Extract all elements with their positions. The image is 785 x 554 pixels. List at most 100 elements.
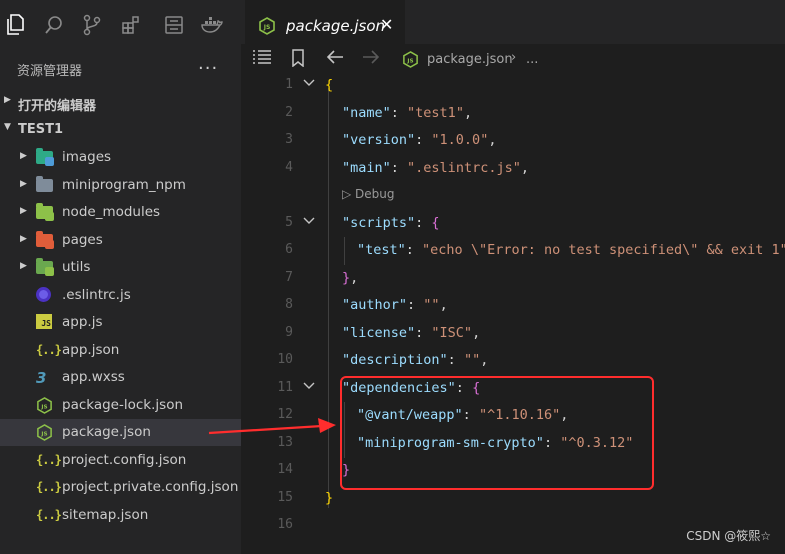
tree-item[interactable]: ▶ images — [0, 144, 241, 171]
line-number: 5 — [285, 215, 293, 230]
tree-item[interactable]: {..} sitemap.json — [0, 502, 241, 529]
tree-item-label: pages — [62, 231, 103, 248]
tree-item[interactable]: 3 app.wxss — [0, 364, 241, 391]
tree-item[interactable]: {..} project.private.config.json — [0, 474, 241, 501]
tree-item[interactable]: {..} project.config.json — [0, 447, 241, 474]
tree-item-label: node_modules — [62, 204, 161, 220]
tree-item[interactable]: JS app.js — [0, 309, 241, 336]
folder-icon — [36, 203, 54, 221]
chevron-right-icon: ▶ — [20, 261, 27, 271]
code-line-4: "main": ".eslintrc.js", — [342, 160, 529, 176]
chevron-right-icon: ▶ — [20, 178, 27, 189]
breadcrumb-more[interactable]: ... — [526, 52, 538, 67]
line-number: 9 — [285, 325, 293, 340]
tree-item-label: sitemap.json — [62, 506, 149, 523]
fold-chevron-icon[interactable] — [303, 215, 315, 230]
line-number: 3 — [285, 132, 293, 147]
tree-item[interactable]: ▶ pages — [0, 227, 241, 254]
json-file-icon: {..} — [36, 342, 62, 357]
tree-item-label: app.wxss — [62, 369, 125, 385]
chevron-right-icon: ▶ — [4, 95, 11, 105]
code-line-15: } — [325, 490, 334, 506]
line-number: 12 — [277, 407, 293, 422]
tree-item[interactable]: JS package.json — [0, 419, 241, 446]
code-line-5: "scripts": { — [342, 215, 440, 231]
line-number: 13 — [277, 435, 293, 450]
search-icon[interactable] — [41, 12, 67, 38]
tree-item[interactable]: ▶ node_modules — [0, 199, 241, 226]
nodejs-file-icon: JS — [36, 396, 54, 414]
chevron-right-icon: ▶ — [20, 206, 27, 216]
code-line-7: }, — [342, 270, 359, 286]
indent-guide — [344, 237, 345, 265]
activity-bar — [0, 0, 241, 53]
forward-arrow-icon[interactable] — [362, 49, 380, 69]
json-file-icon: {..} — [36, 452, 62, 467]
line-number: 11 — [277, 380, 293, 395]
line-number: 8 — [285, 297, 293, 312]
project-section[interactable]: ▼ TEST1 — [0, 117, 241, 143]
explorer-sidebar: 资源管理器 ... ▶ 打开的编辑器 ▼ TEST1 ▶ images ▶ minip… — [0, 53, 241, 554]
folder-icon — [36, 175, 54, 193]
json-file-icon: {..} — [36, 480, 62, 494]
files-icon[interactable] — [2, 12, 28, 38]
code-line-8: "author": "", — [342, 297, 448, 313]
tree-item-label: .eslintrc.js — [62, 286, 131, 303]
tree-item[interactable]: ▶ utils — [0, 254, 241, 281]
javascript-file-icon: JS — [36, 314, 54, 330]
bookmark-icon[interactable] — [291, 49, 305, 71]
tree-item-label: package.json — [62, 424, 151, 440]
line-number: 14 — [277, 462, 293, 477]
fold-chevron-icon[interactable] — [303, 380, 315, 395]
open-editors-section[interactable]: ▶ 打开的编辑器 — [0, 90, 241, 116]
docker-icon[interactable] — [199, 12, 225, 38]
open-editors-label: 打开的编辑器 — [18, 99, 97, 114]
json-file-icon: {..} — [36, 507, 62, 522]
dependencies-highlight-box — [340, 376, 654, 490]
explorer-title: 资源管理器 — [17, 64, 83, 79]
indent-guide — [328, 88, 329, 508]
line-number: 15 — [277, 490, 293, 505]
tree-item-label: project.private.config.json — [62, 479, 239, 495]
close-icon[interactable]: ✕ — [380, 15, 393, 34]
svg-text:JS: JS — [406, 58, 413, 64]
nodejs-file-icon: JS — [402, 51, 419, 72]
code-line-1: { — [325, 77, 334, 93]
svg-text:JS: JS — [40, 404, 47, 410]
tree-item[interactable]: {..} app.json — [0, 337, 241, 364]
tree-item[interactable]: JS package-lock.json — [0, 392, 241, 419]
code-line-6: "test": "echo \"Error: no test specified… — [357, 242, 785, 258]
more-actions-icon[interactable]: ... — [198, 53, 218, 74]
line-number: 1 — [285, 77, 293, 92]
chevron-right-icon: ▶ — [20, 233, 27, 244]
folder-icon — [36, 230, 54, 249]
svg-text:JS: JS — [40, 431, 47, 437]
tab-title: package.json — [286, 17, 386, 35]
svg-text:JS: JS — [263, 24, 271, 31]
editor-toolbar: JS package.json › ... — [241, 44, 785, 74]
extensions-icon[interactable] — [118, 12, 144, 38]
tree-item[interactable]: ▶ miniprogram_npm — [0, 172, 241, 199]
list-icon[interactable] — [252, 49, 272, 69]
breadcrumb-file[interactable]: package.json — [427, 52, 513, 67]
chevron-right-icon: ▶ — [20, 151, 27, 161]
tree-item-label: images — [62, 149, 112, 165]
line-number: 16 — [277, 517, 293, 532]
project-label: TEST1 — [18, 122, 64, 137]
line-number: 4 — [285, 160, 293, 175]
code-line-3: "version": "1.0.0", — [342, 132, 497, 148]
tree-item[interactable]: .eslintrc.js — [0, 282, 241, 309]
source-control-icon[interactable] — [79, 12, 105, 38]
debug-codelens[interactable]: ▷ Debug — [342, 187, 395, 201]
tree-item-label: project.config.json — [62, 451, 187, 468]
tree-item-label: utils — [62, 259, 91, 275]
back-arrow-icon[interactable] — [326, 49, 344, 69]
breadcrumb-separator: › — [511, 50, 517, 65]
fold-chevron-icon[interactable] — [303, 77, 315, 92]
storage-icon[interactable] — [161, 12, 187, 38]
chevron-down-icon: ▼ — [4, 122, 11, 132]
tree-item-label: app.json — [62, 341, 120, 358]
folder-icon — [36, 148, 54, 166]
eslint-file-icon — [36, 286, 54, 303]
line-number: 2 — [285, 105, 293, 120]
